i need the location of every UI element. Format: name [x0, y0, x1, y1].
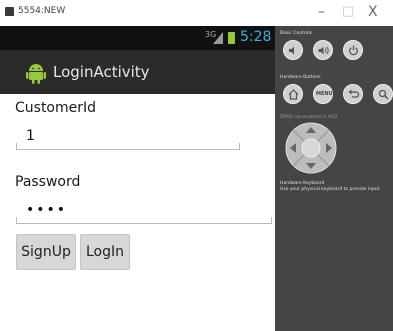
window-title: 5554:NEW [18, 6, 66, 16]
dpad-control[interactable] [285, 122, 337, 174]
menu-button-label: MENU [316, 91, 333, 97]
action-bar: LoginActivity [0, 50, 275, 94]
close-button[interactable]: X [368, 3, 378, 21]
search-icon [378, 89, 389, 100]
customer-id-underline [16, 143, 240, 150]
password-label: Password [15, 174, 81, 190]
customer-id-label: CustomerId [15, 100, 97, 116]
status-bar: 3G 5:28 [0, 26, 275, 50]
home-button[interactable] [283, 84, 303, 104]
back-icon [348, 89, 359, 98]
minimize-button[interactable]: – [318, 3, 325, 21]
search-button[interactable] [373, 84, 393, 104]
signal-icon [213, 32, 223, 44]
emulator-controls-panel: Basic Controls Hardware Buttons MENU DPA… [275, 26, 393, 331]
login-button[interactable]: LogIn [80, 234, 130, 270]
volume-down-button[interactable] [283, 40, 303, 60]
status-clock: 5:28 [240, 29, 272, 45]
volume-up-icon [318, 46, 329, 55]
password-input[interactable]: •••• [26, 202, 67, 218]
customer-id-field[interactable] [16, 124, 250, 154]
back-button[interactable] [343, 84, 363, 104]
power-button[interactable] [343, 40, 363, 60]
password-underline [16, 217, 272, 224]
keyboard-heading: Hardware Keyboard [280, 181, 325, 186]
maximize-button[interactable]: □ [342, 3, 354, 21]
app-window-icon [5, 7, 14, 16]
power-icon [349, 45, 358, 56]
dpad-note: DPAD not enabled in AVD [280, 115, 338, 120]
keyboard-note: Use your physical keyboard to provide in… [280, 187, 380, 192]
signup-button[interactable]: SignUp [16, 234, 76, 270]
android-icon [26, 64, 46, 84]
app-title: LoginActivity [53, 63, 150, 81]
window-titlebar: 5554:NEW – □ X [0, 0, 393, 26]
volume-down-icon [289, 46, 294, 55]
battery-icon [228, 32, 235, 44]
basic-controls-heading: Basic Controls [280, 31, 312, 36]
home-icon [288, 89, 299, 100]
hardware-buttons-heading: Hardware Buttons [280, 75, 321, 80]
volume-up-button[interactable] [313, 40, 333, 60]
emulator-screen: 3G 5:28 LoginActivity CustomerId Passwor… [0, 26, 275, 331]
menu-button[interactable]: MENU [313, 84, 333, 104]
password-field[interactable]: •••• [16, 198, 272, 228]
